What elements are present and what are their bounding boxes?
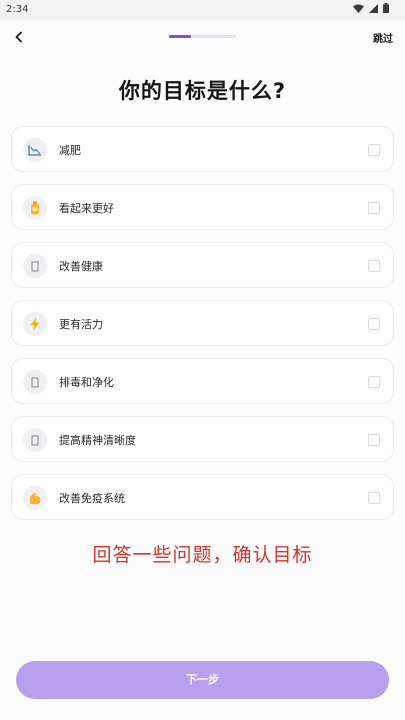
flexed-biceps-icon xyxy=(23,486,47,510)
lightning-icon xyxy=(23,312,47,336)
heart-icon xyxy=(23,254,47,278)
progress-fill xyxy=(169,35,192,38)
chart-down-icon xyxy=(23,138,47,162)
option-checkbox[interactable] xyxy=(368,318,380,330)
option-checkbox[interactable] xyxy=(368,144,380,156)
option-label: 减肥 xyxy=(59,144,81,157)
goal-option-immune-system[interactable]: 改善免疫系统 xyxy=(11,474,394,520)
back-button[interactable] xyxy=(8,26,30,48)
progress-bar xyxy=(169,35,236,38)
goal-option-more-energy[interactable]: 更有活力 xyxy=(11,300,394,346)
status-time: 2:34 xyxy=(6,4,29,15)
goal-option-lose-weight[interactable]: 减肥 xyxy=(11,126,394,172)
goal-option-mental-clarity[interactable]: 提高精神清晰度 xyxy=(11,416,394,462)
option-label: 排毒和净化 xyxy=(59,376,114,389)
wifi-icon xyxy=(353,4,364,13)
chevron-left-icon xyxy=(15,31,22,43)
option-label: 提高精神清晰度 xyxy=(59,434,136,447)
option-checkbox[interactable] xyxy=(368,376,380,388)
next-button[interactable]: 下一步 xyxy=(16,661,389,699)
brain-icon xyxy=(23,428,47,452)
goal-option-improve-health[interactable]: 改善健康 xyxy=(11,242,394,288)
overlay-caption: 回答一些问题，确认目标 xyxy=(92,544,313,566)
top-nav: 跳过 xyxy=(0,20,405,56)
goal-option-look-better[interactable]: 看起来更好 xyxy=(11,184,394,230)
option-checkbox[interactable] xyxy=(368,434,380,446)
status-icons xyxy=(353,3,389,13)
option-checkbox[interactable] xyxy=(368,492,380,504)
option-checkbox[interactable] xyxy=(368,260,380,272)
option-label: 更有活力 xyxy=(59,318,103,331)
goal-option-detox[interactable]: 排毒和净化 xyxy=(11,358,394,404)
option-label: 看起来更好 xyxy=(59,202,114,215)
leaf-icon xyxy=(23,370,47,394)
option-checkbox[interactable] xyxy=(368,202,380,214)
bottle-icon xyxy=(23,196,47,220)
option-label: 改善免疫系统 xyxy=(59,492,125,505)
status-bar: 2:34 xyxy=(0,0,405,20)
signal-icon xyxy=(369,3,378,13)
skip-button[interactable]: 跳过 xyxy=(373,30,393,45)
battery-icon xyxy=(383,3,389,13)
option-label: 改善健康 xyxy=(59,260,103,273)
page-title: 你的目标是什么? xyxy=(118,79,287,103)
